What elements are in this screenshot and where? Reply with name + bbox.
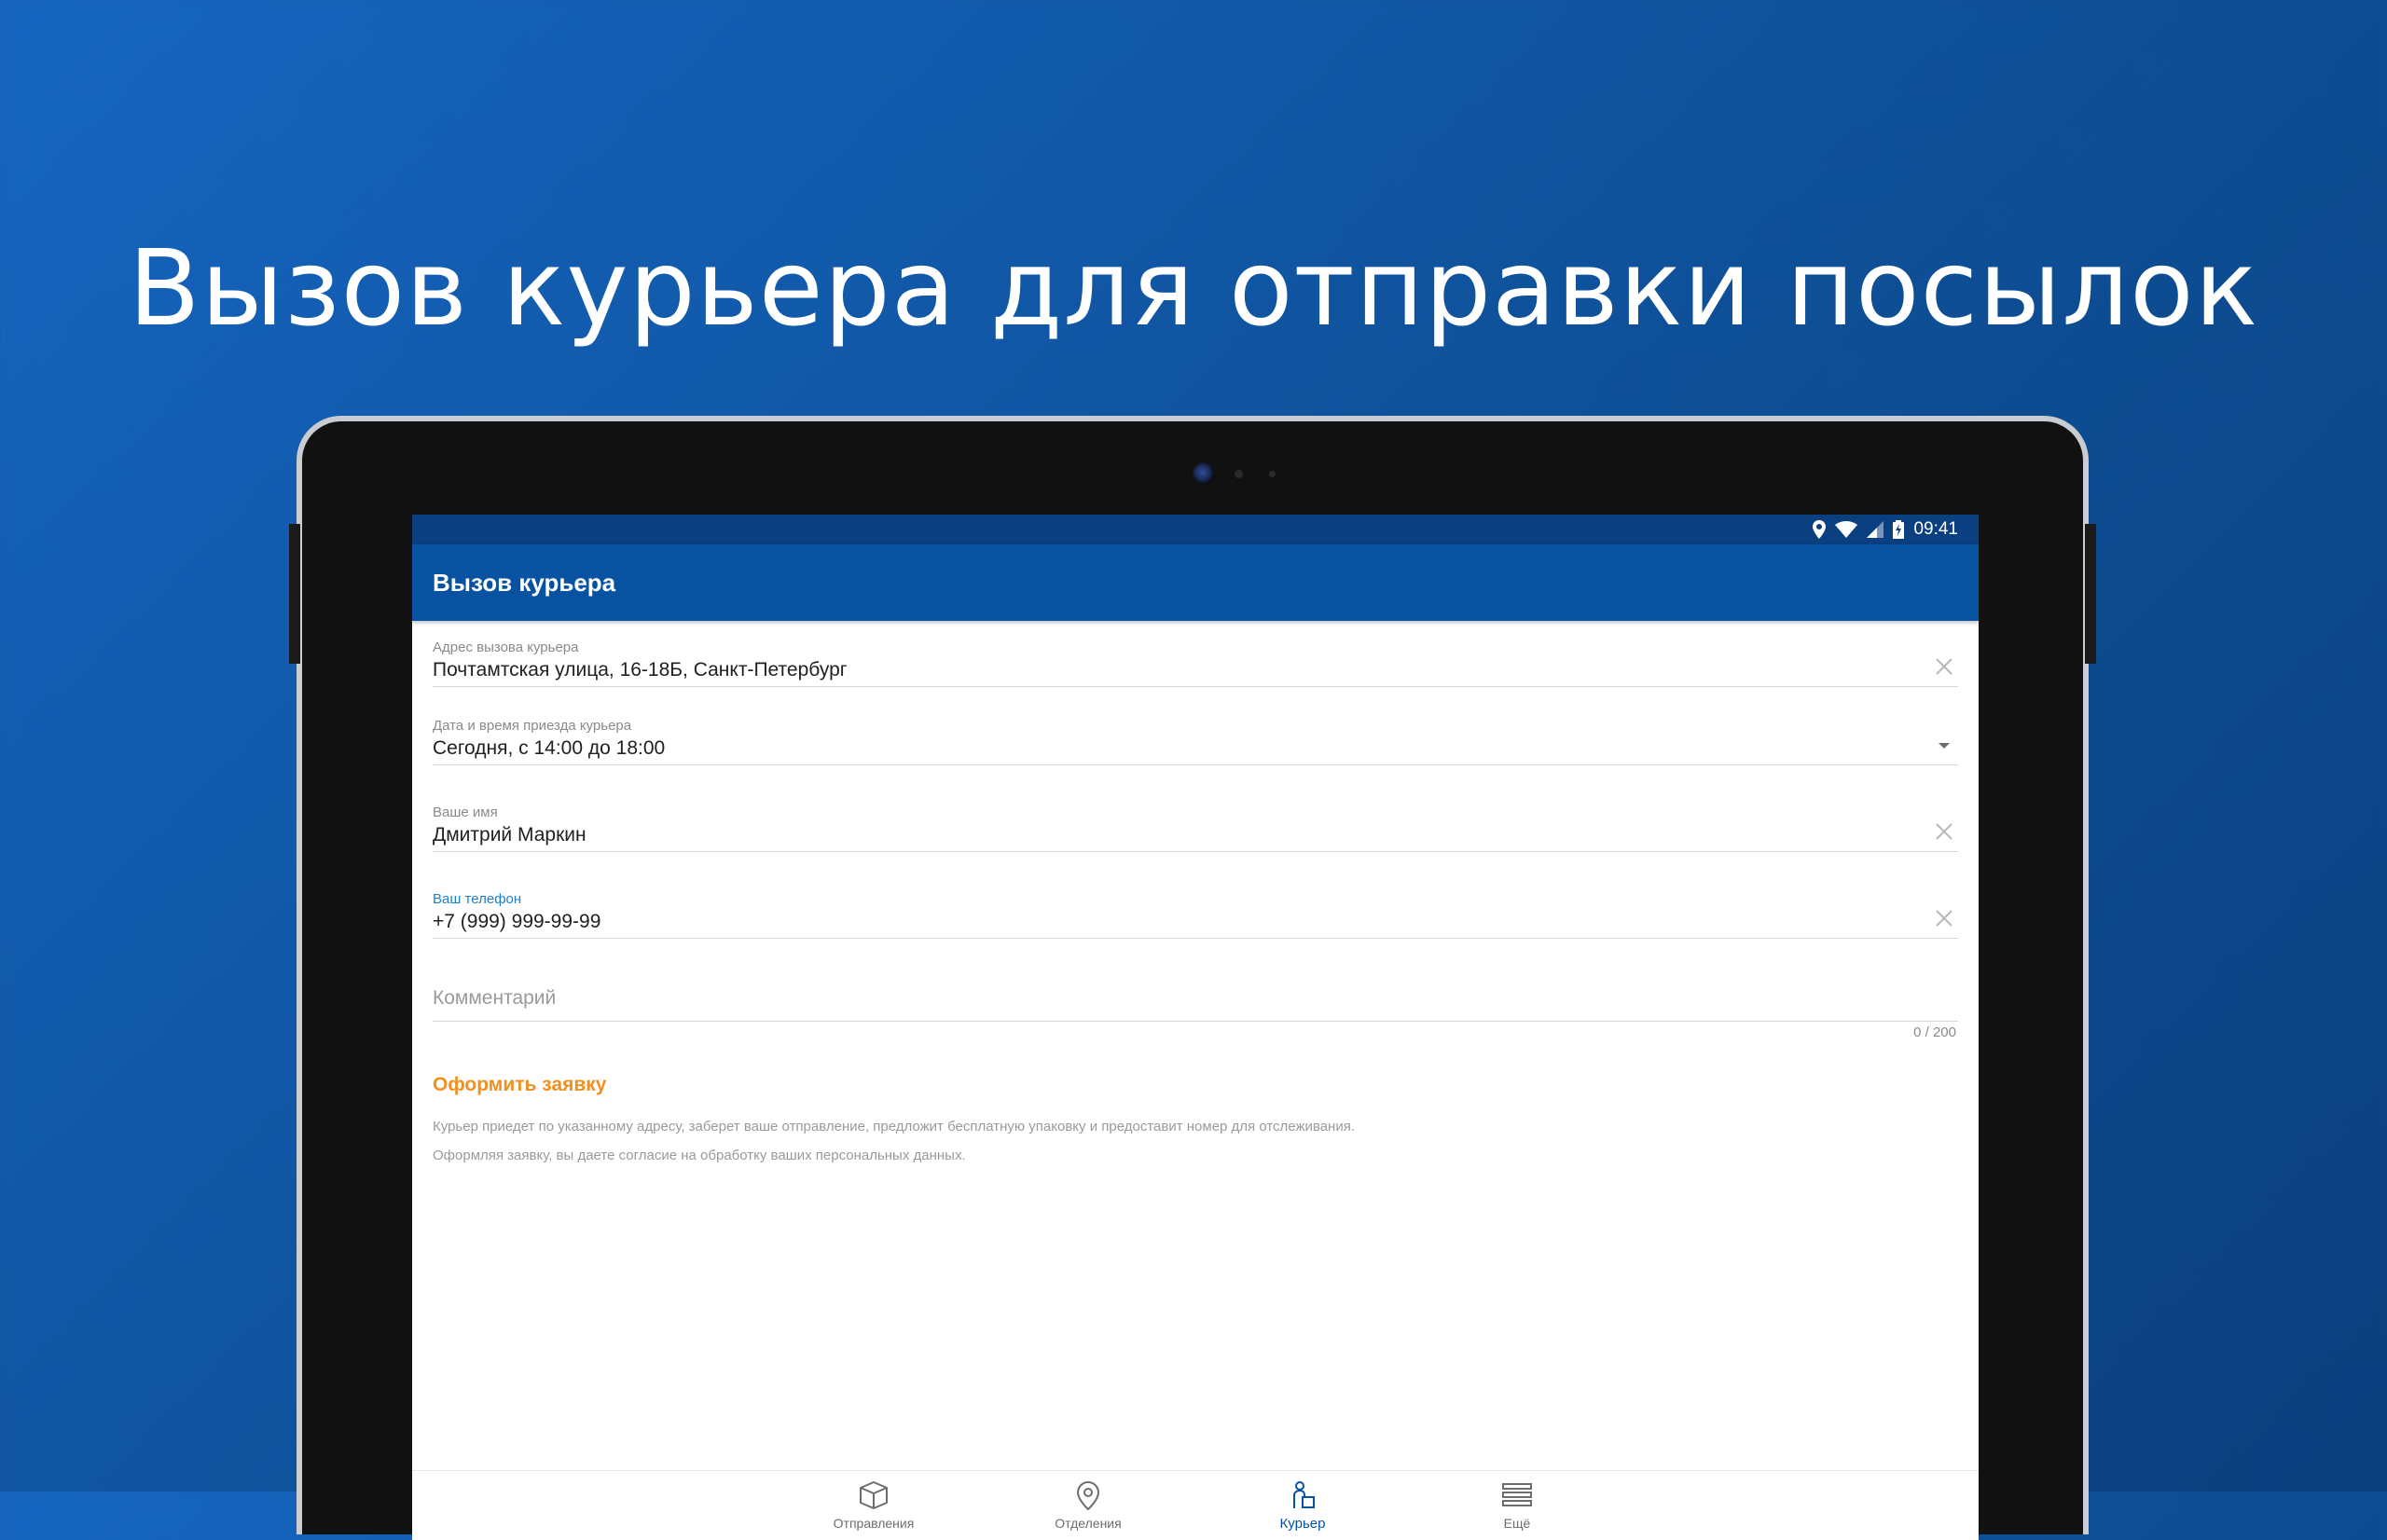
promo-title: Вызов курьера для отправки посылок xyxy=(128,228,2259,351)
comment-placeholder[interactable]: Комментарий xyxy=(433,987,1958,1021)
datetime-field[interactable]: Дата и время приезда курьера Сегодня, с … xyxy=(433,718,1958,765)
tablet-device: 09:41 Вызов курьера Адрес вызова курьера… xyxy=(289,416,2096,1540)
address-label: Адрес вызова курьера xyxy=(433,639,579,655)
nav-label: Отправления xyxy=(833,1516,915,1531)
clear-icon[interactable] xyxy=(1934,908,1954,928)
status-time: 09:41 xyxy=(1913,519,1958,539)
bottom-navigation: Отправления Отделения Курьер Ещё xyxy=(412,1470,1979,1540)
clear-icon[interactable] xyxy=(1934,656,1954,677)
menu-icon xyxy=(1501,1480,1533,1516)
comment-counter: 0 / 200 xyxy=(1913,1024,1956,1040)
nav-item-shipments[interactable]: Отправления xyxy=(766,1471,981,1540)
sensor xyxy=(1235,470,1243,478)
address-value[interactable]: Почтамтская улица, 16-18Б, Санкт-Петербу… xyxy=(433,659,1958,686)
app-screen: 09:41 Вызов курьера Адрес вызова курьера… xyxy=(412,515,1979,1540)
nav-item-courier[interactable]: Курьер xyxy=(1195,1471,1410,1540)
phone-field[interactable]: Ваш телефон +7 (999) 999-99-99 xyxy=(433,891,1958,939)
app-bar: Вызов курьера xyxy=(412,544,1979,621)
name-label: Ваше имя xyxy=(433,804,498,820)
address-field[interactable]: Адрес вызова курьера Почтамтская улица, … xyxy=(433,639,1958,687)
clear-icon[interactable] xyxy=(1934,821,1954,842)
location-icon xyxy=(1813,520,1827,539)
comment-field[interactable]: Комментарий xyxy=(433,987,1958,1022)
wifi-icon xyxy=(1835,521,1858,538)
page-title: Вызов курьера xyxy=(433,568,616,597)
side-button xyxy=(289,524,300,664)
nav-label: Курьер xyxy=(1279,1516,1326,1532)
courier-form: Адрес вызова курьера Почтамтская улица, … xyxy=(412,639,1979,1163)
courier-icon xyxy=(1287,1480,1318,1516)
phone-value[interactable]: +7 (999) 999-99-99 xyxy=(433,911,1958,938)
status-bar: 09:41 xyxy=(412,515,1979,544)
nav-label: Ещё xyxy=(1503,1516,1531,1531)
nav-item-more[interactable]: Ещё xyxy=(1410,1471,1624,1540)
nav-item-offices[interactable]: Отделения xyxy=(981,1471,1195,1540)
signal-icon xyxy=(1867,521,1884,538)
dropdown-arrow-icon[interactable] xyxy=(1934,735,1954,755)
map-pin-icon xyxy=(1074,1480,1102,1516)
side-button xyxy=(2085,524,2096,664)
parcel-icon xyxy=(858,1480,890,1516)
consent-note: Оформляя заявку, вы даете согласие на об… xyxy=(433,1148,966,1163)
name-field[interactable]: Ваше имя Дмитрий Маркин xyxy=(433,804,1958,852)
battery-charging-icon xyxy=(1893,520,1905,539)
name-value[interactable]: Дмитрий Маркин xyxy=(433,824,1958,851)
camera-icon xyxy=(1193,462,1215,485)
submit-request-button[interactable]: Оформить заявку xyxy=(433,1074,606,1096)
sensor xyxy=(1269,471,1276,477)
datetime-label: Дата и время приезда курьера xyxy=(433,718,632,734)
info-note: Курьер приедет по указанному адресу, заб… xyxy=(433,1119,1355,1134)
datetime-value[interactable]: Сегодня, с 14:00 до 18:00 xyxy=(433,737,1958,764)
phone-label: Ваш телефон xyxy=(433,891,522,907)
nav-label: Отделения xyxy=(1055,1516,1122,1531)
